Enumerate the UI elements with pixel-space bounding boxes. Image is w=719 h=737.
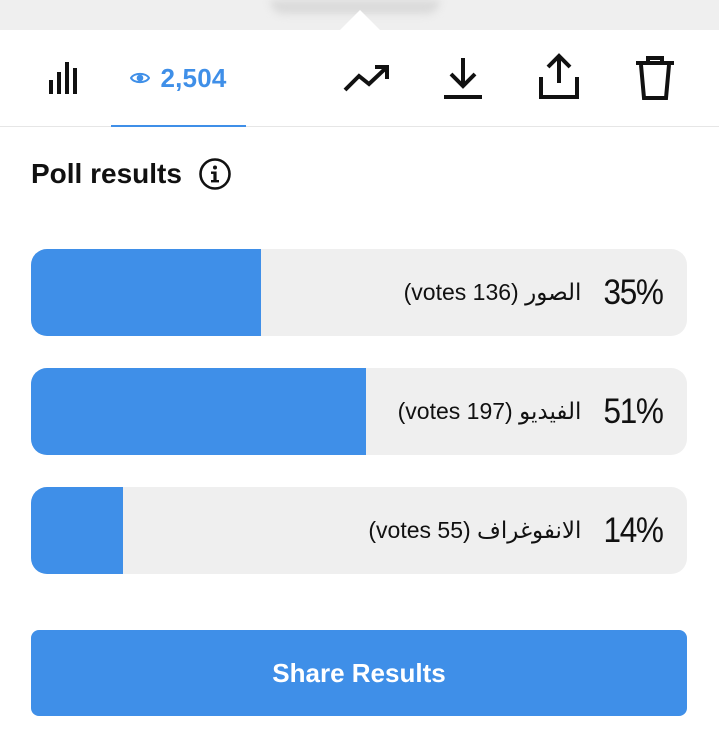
download-button[interactable] xyxy=(438,52,488,104)
trending-up-icon xyxy=(343,65,389,92)
poll-option-label: 51% الفيديو (197 votes) xyxy=(397,368,665,455)
delete-button[interactable] xyxy=(630,52,680,104)
poll-option-name: الصور (136 votes) xyxy=(403,279,582,305)
active-tab-indicator xyxy=(111,125,246,127)
poll-option-bar xyxy=(31,249,261,336)
poll-option-percent: 14% xyxy=(603,510,664,550)
poll-option-bar xyxy=(31,487,123,574)
poll-option: 35% الصور (136 votes) xyxy=(31,249,687,336)
poll-option: 14% الانفوغراف (55 votes) xyxy=(31,487,687,574)
share-upload-icon xyxy=(539,53,579,99)
download-icon xyxy=(444,58,482,99)
eye-icon xyxy=(130,71,151,85)
poll-header: Poll results xyxy=(31,156,232,192)
poll-title: Poll results xyxy=(31,158,182,189)
trash-icon xyxy=(636,56,674,100)
share-results-button[interactable]: Share Results xyxy=(31,630,687,716)
poll-option-name: الفيديو (197 votes) xyxy=(397,398,582,424)
poll-option-label: 35% الصور (136 votes) xyxy=(403,249,665,336)
info-icon[interactable] xyxy=(198,157,232,191)
popover-notch xyxy=(339,10,381,31)
views-tab[interactable]: 2,504 xyxy=(111,30,246,127)
insights-button[interactable] xyxy=(40,58,86,98)
views-count: 2,504 xyxy=(160,62,227,93)
poll-option-label: 14% الانفوغراف (55 votes) xyxy=(368,487,664,574)
poll-option: 51% الفيديو (197 votes) xyxy=(31,368,687,455)
poll-option-bar xyxy=(31,368,366,455)
top-backdrop xyxy=(0,0,719,31)
bar-chart-icon xyxy=(49,62,77,94)
poll-option-percent: 51% xyxy=(603,391,664,431)
stats-toolbar: 2,504 xyxy=(0,30,719,127)
boost-button[interactable] xyxy=(340,56,394,100)
poll-option-name: الانفوغراف (55 votes) xyxy=(368,517,582,543)
poll-option-percent: 35% xyxy=(603,272,664,312)
share-button[interactable] xyxy=(532,50,586,104)
